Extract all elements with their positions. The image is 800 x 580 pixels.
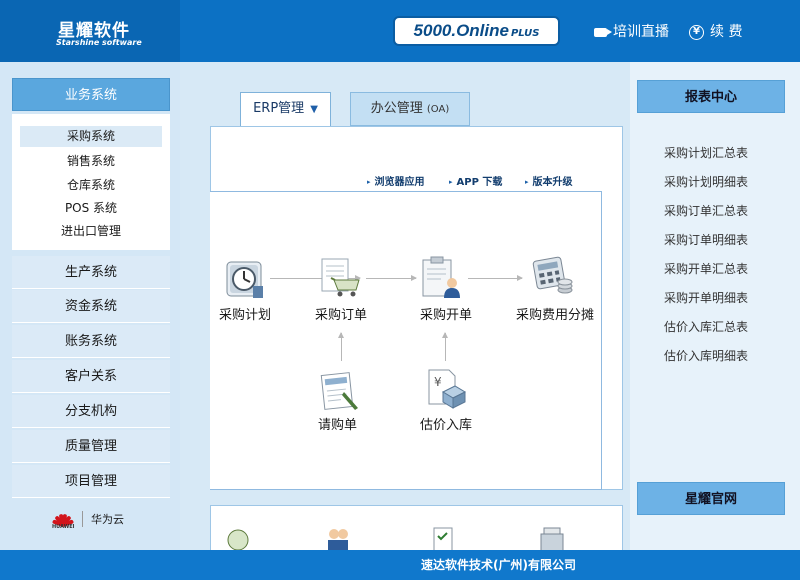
renew-button[interactable]: ¥ 续 费 (689, 22, 742, 42)
report-link-purchase-plan-summary[interactable]: 采购计划汇总表 (636, 144, 776, 161)
svg-text:¥: ¥ (434, 375, 442, 389)
yen-icon: ¥ (689, 24, 704, 40)
tab-oa-suffix: (OA) (426, 104, 450, 115)
checklist-icon[interactable] (429, 524, 459, 550)
sidebar-item-funds[interactable]: 资金系统 (12, 290, 170, 323)
submenu-item-purchase[interactable]: 采购系统 (20, 126, 162, 147)
shopping-cart-icon[interactable] (318, 256, 362, 300)
refresh-icon[interactable] (223, 524, 253, 550)
huawei-cloud-label: 华为云 (91, 513, 124, 526)
report-link-purchase-bill-summary[interactable]: 采购开单汇总表 (636, 260, 776, 277)
node-cost-allocation[interactable]: 采购费用分摊 (516, 304, 594, 323)
requisition-form-icon[interactable] (318, 368, 362, 412)
report-link-purchase-order-detail[interactable]: 采购订单明细表 (636, 231, 776, 248)
product-name: 5000.Online (413, 21, 509, 40)
tab-oa[interactable]: 办公管理 (OA) (350, 92, 470, 126)
sidebar-category-business[interactable]: 业务系统 (12, 78, 170, 111)
submenu-item-import-export[interactable]: 进出口管理 (20, 221, 162, 242)
submenu-item-warehouse[interactable]: 仓库系统 (20, 175, 162, 196)
report-link-valuation-summary[interactable]: 估价入库汇总表 (636, 318, 776, 335)
node-requisition[interactable]: 请购单 (318, 414, 357, 433)
logo-english: Starshine software (56, 38, 142, 47)
secondary-flow-panel (210, 505, 623, 550)
app-download-link[interactable]: APP 下载 (449, 173, 503, 188)
submenu-item-sales[interactable]: 销售系统 (20, 151, 162, 172)
video-camera-icon (594, 27, 612, 37)
top-header: 星耀软件 Starshine software 5000.Online PLUS … (0, 0, 800, 62)
right-sidebar (630, 62, 800, 550)
node-purchase-order[interactable]: 采购订单 (315, 304, 367, 323)
training-live-button[interactable]: 培训直播 (594, 22, 669, 42)
company-logo[interactable]: 星耀软件 Starshine software (0, 0, 180, 62)
node-valuation-stock-in[interactable]: 估价入库 (420, 414, 472, 433)
chevron-down-icon: ▼ (310, 104, 318, 115)
report-link-purchase-bill-detail[interactable]: 采购开单明细表 (636, 289, 776, 306)
product-suffix: PLUS (510, 28, 540, 39)
clock-icon[interactable] (223, 258, 267, 302)
report-center-header[interactable]: 报表中心 (637, 80, 785, 113)
tab-erp-label: ERP管理 (253, 101, 305, 116)
sidebar-item-branches[interactable]: 分支机构 (12, 395, 170, 428)
renew-label: 续 费 (710, 24, 743, 40)
tab-erp[interactable]: ERP管理 ▼ (240, 92, 331, 126)
browser-app-link[interactable]: 浏览器应用 (367, 173, 425, 188)
flow-arrow-valuation-to-bill (442, 332, 448, 361)
flow-arrow-bill-to-cost (468, 275, 523, 281)
huawei-cloud-partner[interactable]: HUAWEI 华为云 (51, 509, 124, 530)
official-website-button[interactable]: 星耀官网 (637, 482, 785, 515)
flow-area (210, 191, 602, 490)
flow-arrow-requisition-to-order (338, 332, 344, 361)
price-box-icon[interactable]: ¥ (423, 366, 467, 410)
report-link-valuation-detail[interactable]: 估价入库明细表 (636, 347, 776, 364)
product-badge: 5000.Online PLUS (393, 16, 560, 46)
flow-arrow-order-to-bill (366, 275, 417, 281)
business-submenu: 采购系统 销售系统 仓库系统 POS 系统 进出口管理 (12, 114, 170, 250)
tab-oa-label: 办公管理 (370, 101, 423, 116)
people-icon[interactable] (323, 524, 353, 550)
report-link-purchase-order-summary[interactable]: 采购订单汇总表 (636, 202, 776, 219)
node-purchase-bill[interactable]: 采购开单 (420, 304, 472, 323)
huawei-wordmark: HUAWEI (52, 524, 75, 530)
sidebar-item-production[interactable]: 生产系统 (12, 256, 170, 289)
partner-divider (82, 511, 83, 527)
cash-register-icon[interactable] (537, 524, 567, 550)
sidebar-item-crm[interactable]: 客户关系 (12, 360, 170, 393)
training-live-label: 培训直播 (613, 24, 669, 40)
submenu-item-pos[interactable]: POS 系统 (20, 198, 162, 219)
calculator-coins-icon[interactable] (530, 254, 574, 298)
node-purchase-plan[interactable]: 采购计划 (219, 304, 271, 323)
company-name: 速达软件技术(广州)有限公司 (421, 558, 576, 572)
sidebar-item-projects[interactable]: 项目管理 (12, 465, 170, 498)
report-link-purchase-plan-detail[interactable]: 采购计划明细表 (636, 173, 776, 190)
footer-bar: 速达软件技术(广州)有限公司 (0, 550, 800, 580)
clipboard-person-icon[interactable] (419, 256, 463, 300)
sidebar-item-quality[interactable]: 质量管理 (12, 430, 170, 463)
version-upgrade-link[interactable]: 版本升级 (525, 173, 573, 188)
sidebar-item-accounting[interactable]: 账务系统 (12, 325, 170, 358)
